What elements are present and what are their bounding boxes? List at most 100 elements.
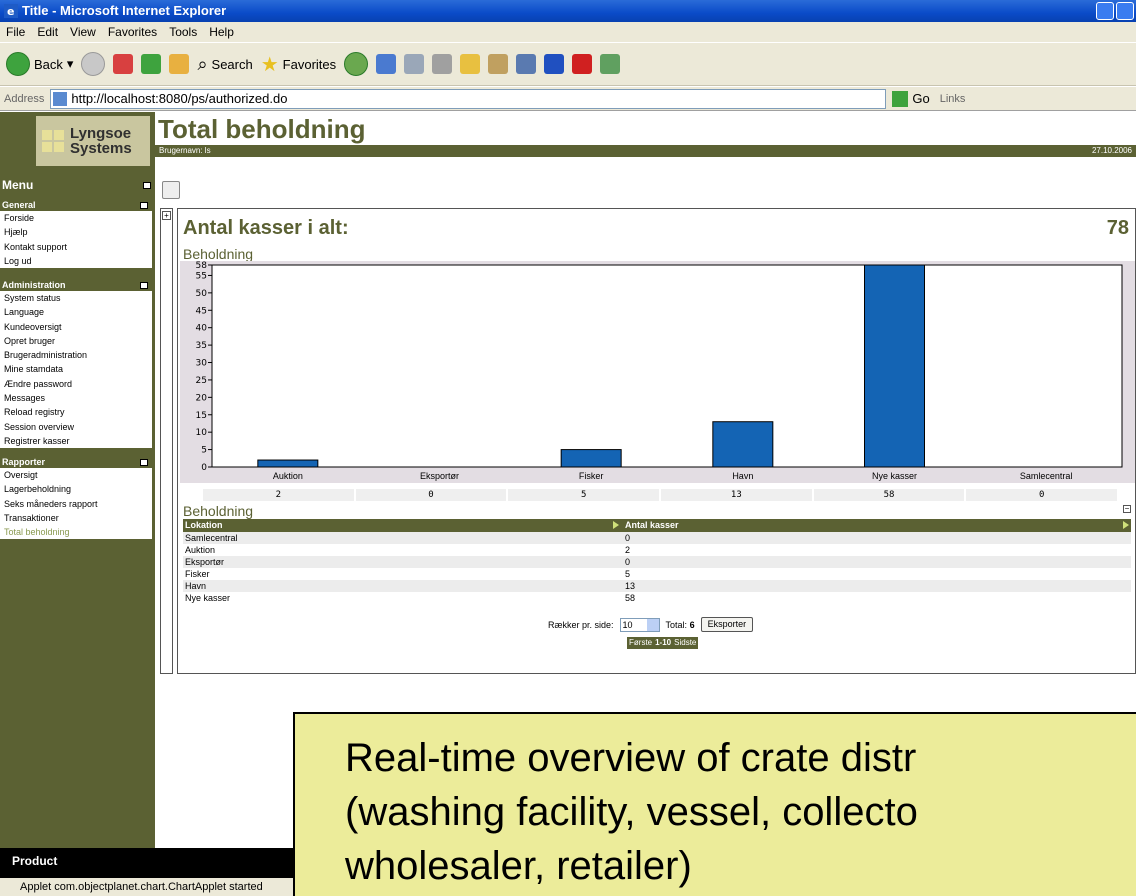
toolbar-extra-icon[interactable] bbox=[572, 54, 593, 74]
messenger-icon[interactable] bbox=[516, 54, 537, 74]
sidebar-item-oversigt[interactable]: Oversigt bbox=[0, 468, 152, 482]
menu-file[interactable]: File bbox=[6, 22, 25, 42]
data-label: 2 bbox=[203, 489, 354, 501]
research-icon[interactable] bbox=[488, 54, 509, 74]
collapse-icon[interactable] bbox=[140, 459, 148, 466]
sidebar-item-brugeradministration[interactable]: Brugeradministration bbox=[0, 348, 152, 362]
collapse-icon[interactable] bbox=[140, 282, 148, 289]
report-content: Antal kasser i alt: 78 Beholdning 0 5 10 15… bbox=[177, 208, 1136, 674]
callout-line3: wholesaler, retailer) bbox=[345, 844, 692, 888]
logo-line1: Lyngsoe bbox=[70, 125, 132, 142]
sidebar-item-registrer-kasser[interactable]: Registrer kasser bbox=[0, 434, 152, 448]
first-page-link[interactable]: Første bbox=[629, 637, 652, 649]
sidebar-item-lagerbeholdning[interactable]: Lagerbeholdning bbox=[0, 482, 152, 496]
history-icon[interactable] bbox=[344, 52, 369, 76]
table-row: Fisker 5 bbox=[183, 568, 1131, 580]
sidebar-item-language[interactable]: Language bbox=[0, 305, 152, 319]
print-icon[interactable] bbox=[404, 54, 425, 74]
section-administration-title[interactable]: Administration bbox=[0, 280, 152, 291]
collapse-icon[interactable] bbox=[140, 202, 148, 209]
menu-help[interactable]: Help bbox=[209, 22, 234, 42]
sidebar-item-messages[interactable]: Messages bbox=[0, 391, 152, 405]
bluetooth-icon[interactable] bbox=[544, 54, 565, 74]
sort-icon[interactable] bbox=[1123, 521, 1129, 529]
last-page-link[interactable]: Sidste bbox=[674, 637, 696, 649]
sort-icon[interactable] bbox=[613, 521, 619, 529]
window-title: Title - Microsoft Internet Explorer bbox=[22, 3, 227, 18]
menu-view[interactable]: View bbox=[70, 22, 96, 42]
value-row: 2 0 5 13 58 0 bbox=[203, 489, 1118, 501]
table-collapse-icon[interactable]: − bbox=[1123, 505, 1131, 513]
favorites-label: Favorites bbox=[282, 56, 337, 72]
sidebar-item-hjaelp[interactable]: Hjælp bbox=[0, 225, 152, 239]
y-tick-label: 25 bbox=[196, 376, 207, 386]
sidebar-item-mine-stamdata[interactable]: Mine stamdata bbox=[0, 362, 152, 376]
back-button[interactable]: Back ▾ bbox=[6, 52, 73, 76]
go-button[interactable]: Go Links bbox=[892, 90, 966, 107]
address-url: http://localhost:8080/ps/authorized.do bbox=[71, 91, 288, 106]
search-button[interactable]: ⌕ Search bbox=[197, 54, 252, 75]
sidebar-item-log-ud[interactable]: Log ud bbox=[0, 254, 152, 268]
section-general-title[interactable]: General bbox=[0, 200, 152, 211]
refresh-icon[interactable] bbox=[141, 54, 162, 74]
star-icon: ★ bbox=[260, 53, 279, 76]
forward-icon[interactable] bbox=[81, 52, 106, 76]
sidebar-item-aendre-password[interactable]: Ændre password bbox=[0, 377, 152, 391]
cell-antal: 2 bbox=[625, 545, 631, 555]
links-label[interactable]: Links bbox=[940, 93, 966, 105]
y-tick-label: 50 bbox=[196, 289, 208, 299]
chevron-down-icon: ▾ bbox=[66, 56, 74, 71]
page-title: Total beholdning bbox=[158, 114, 366, 144]
menu-favorites[interactable]: Favorites bbox=[108, 22, 157, 42]
maximize-button[interactable] bbox=[1116, 2, 1134, 20]
pager: Rækker pr. side: 10 Total: 6 Eksporter bbox=[548, 617, 754, 632]
mail-icon[interactable] bbox=[376, 54, 397, 74]
y-tick-label: 5 bbox=[201, 446, 207, 456]
favorites-button[interactable]: ★ Favorites bbox=[261, 52, 336, 77]
users-icon[interactable] bbox=[600, 54, 621, 74]
export-button[interactable]: Eksporter bbox=[700, 617, 754, 632]
section-rapporter-title[interactable]: Rapporter bbox=[0, 457, 152, 468]
data-label: 58 bbox=[813, 489, 965, 501]
address-input[interactable]: http://localhost:8080/ps/authorized.do bbox=[50, 88, 887, 109]
chevron-down-icon bbox=[646, 618, 659, 631]
sidebar-item-kontakt-support[interactable]: Kontakt support bbox=[0, 240, 152, 254]
window-controls bbox=[1096, 2, 1134, 20]
header-lokation[interactable]: Lokation bbox=[183, 519, 621, 532]
home-icon[interactable] bbox=[169, 54, 190, 74]
menu-collapse-icon[interactable] bbox=[143, 182, 151, 189]
date: 27.10.2006 bbox=[1091, 146, 1132, 155]
sidebar-item-system-status[interactable]: System status bbox=[0, 291, 152, 305]
menu-bar: File Edit View Favorites Tools Help bbox=[0, 22, 1136, 42]
y-tick-label: 35 bbox=[196, 341, 207, 351]
sidebar-item-reload-registry[interactable]: Reload registry bbox=[0, 405, 152, 419]
sidebar-item-seks-maaneders-rapport[interactable]: Seks måneders rapport bbox=[0, 497, 152, 511]
header-antal-kasser[interactable]: Antal kasser bbox=[621, 519, 1131, 532]
sidebar-item-forside[interactable]: Forside bbox=[0, 211, 152, 225]
search-icon: ⌕ bbox=[197, 53, 208, 74]
callout-box: Real-time overview of crate distr (washi… bbox=[293, 712, 1136, 896]
product-bar[interactable]: Product bbox=[0, 848, 300, 878]
callout-line1: Real-time overview of crate distr bbox=[345, 736, 917, 780]
go-arrow-icon bbox=[892, 90, 909, 107]
address-label: Address bbox=[4, 92, 45, 105]
sidebar-item-session-overview[interactable]: Session overview bbox=[0, 420, 152, 434]
cell-antal: 5 bbox=[625, 569, 631, 579]
sidebar-item-kundeoversigt[interactable]: Kundeoversigt bbox=[0, 320, 152, 334]
expand-icon[interactable]: + bbox=[162, 211, 171, 220]
sidebar-item-transaktioner[interactable]: Transaktioner bbox=[0, 511, 152, 525]
rows-per-page-label: Rækker pr. side: bbox=[548, 619, 614, 630]
edit-icon[interactable] bbox=[432, 54, 453, 74]
menu-tools[interactable]: Tools bbox=[169, 22, 197, 42]
sidebar-item-opret-bruger[interactable]: Opret bruger bbox=[0, 334, 152, 348]
minimize-button[interactable] bbox=[1096, 2, 1114, 20]
back-arrow-icon bbox=[6, 52, 30, 76]
rows-per-page-select[interactable]: 10 bbox=[619, 617, 660, 632]
menu-edit[interactable]: Edit bbox=[37, 22, 58, 42]
stop-icon[interactable] bbox=[113, 54, 134, 74]
lyngsoe-logo: Lyngsoe Systems bbox=[36, 116, 150, 166]
folder-icon[interactable] bbox=[460, 54, 481, 74]
print-button[interactable] bbox=[162, 181, 180, 199]
sidebar-item-total-beholdning[interactable]: Total beholdning bbox=[0, 525, 152, 539]
beholdning-table: Lokation Antal kasser Samlecentral 0 Aukti… bbox=[183, 519, 1131, 604]
